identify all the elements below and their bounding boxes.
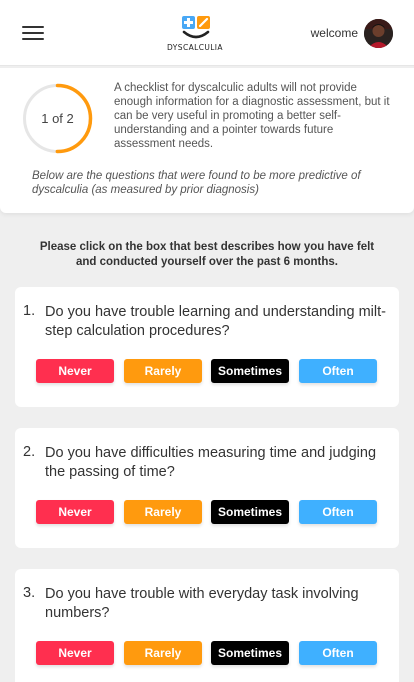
top-bar: DYSCALCULIA welcome — [0, 0, 414, 66]
question-text: Do you have trouble learning and underst… — [45, 304, 386, 339]
user-avatar-icon — [364, 19, 393, 48]
sometimes-button[interactable]: Sometimes — [211, 500, 289, 524]
question-number: 1. — [23, 303, 36, 319]
logo-mark — [182, 16, 210, 39]
intro-note: Below are the questions that were found … — [32, 170, 361, 196]
often-button[interactable]: Often — [299, 641, 377, 665]
often-button[interactable]: Often — [299, 500, 377, 524]
instructions-text: Please click on the box that best descri… — [39, 241, 375, 268]
question-number: 2. — [23, 444, 36, 460]
dyscalculia-logo[interactable]: DYSCALCULIA — [166, 14, 224, 54]
never-button[interactable]: Never — [36, 359, 114, 383]
logo-wordmark: DYSCALCULIA — [167, 43, 223, 52]
rarely-button[interactable]: Rarely — [124, 641, 202, 665]
sometimes-button[interactable]: Sometimes — [211, 359, 289, 383]
question-number: 3. — [23, 585, 36, 601]
intro-text: A checklist for dyscalculic adults will … — [114, 82, 390, 150]
avatar[interactable] — [364, 19, 393, 48]
question-card-2: 2. Do you have difficulties measuring ti… — [15, 428, 399, 548]
intro-card: 1 of 2 A checklist for dyscalculic adult… — [0, 68, 414, 213]
question-card-1: 1. Do you have trouble learning and unde… — [15, 287, 399, 407]
never-button[interactable]: Never — [36, 500, 114, 524]
rarely-button[interactable]: Rarely — [124, 500, 202, 524]
question-text: Do you have trouble with everyday task i… — [45, 586, 359, 621]
never-button[interactable]: Never — [36, 641, 114, 665]
sometimes-button[interactable]: Sometimes — [211, 641, 289, 665]
progress-label: 1 of 2 — [41, 111, 74, 126]
welcome-text: welcome — [310, 26, 358, 40]
menu-icon[interactable] — [22, 26, 44, 40]
rarely-button[interactable]: Rarely — [124, 359, 202, 383]
question-card-3: 3. Do you have trouble with everyday tas… — [15, 569, 399, 682]
question-text: Do you have difficulties measuring time … — [45, 445, 377, 480]
often-button[interactable]: Often — [299, 359, 377, 383]
